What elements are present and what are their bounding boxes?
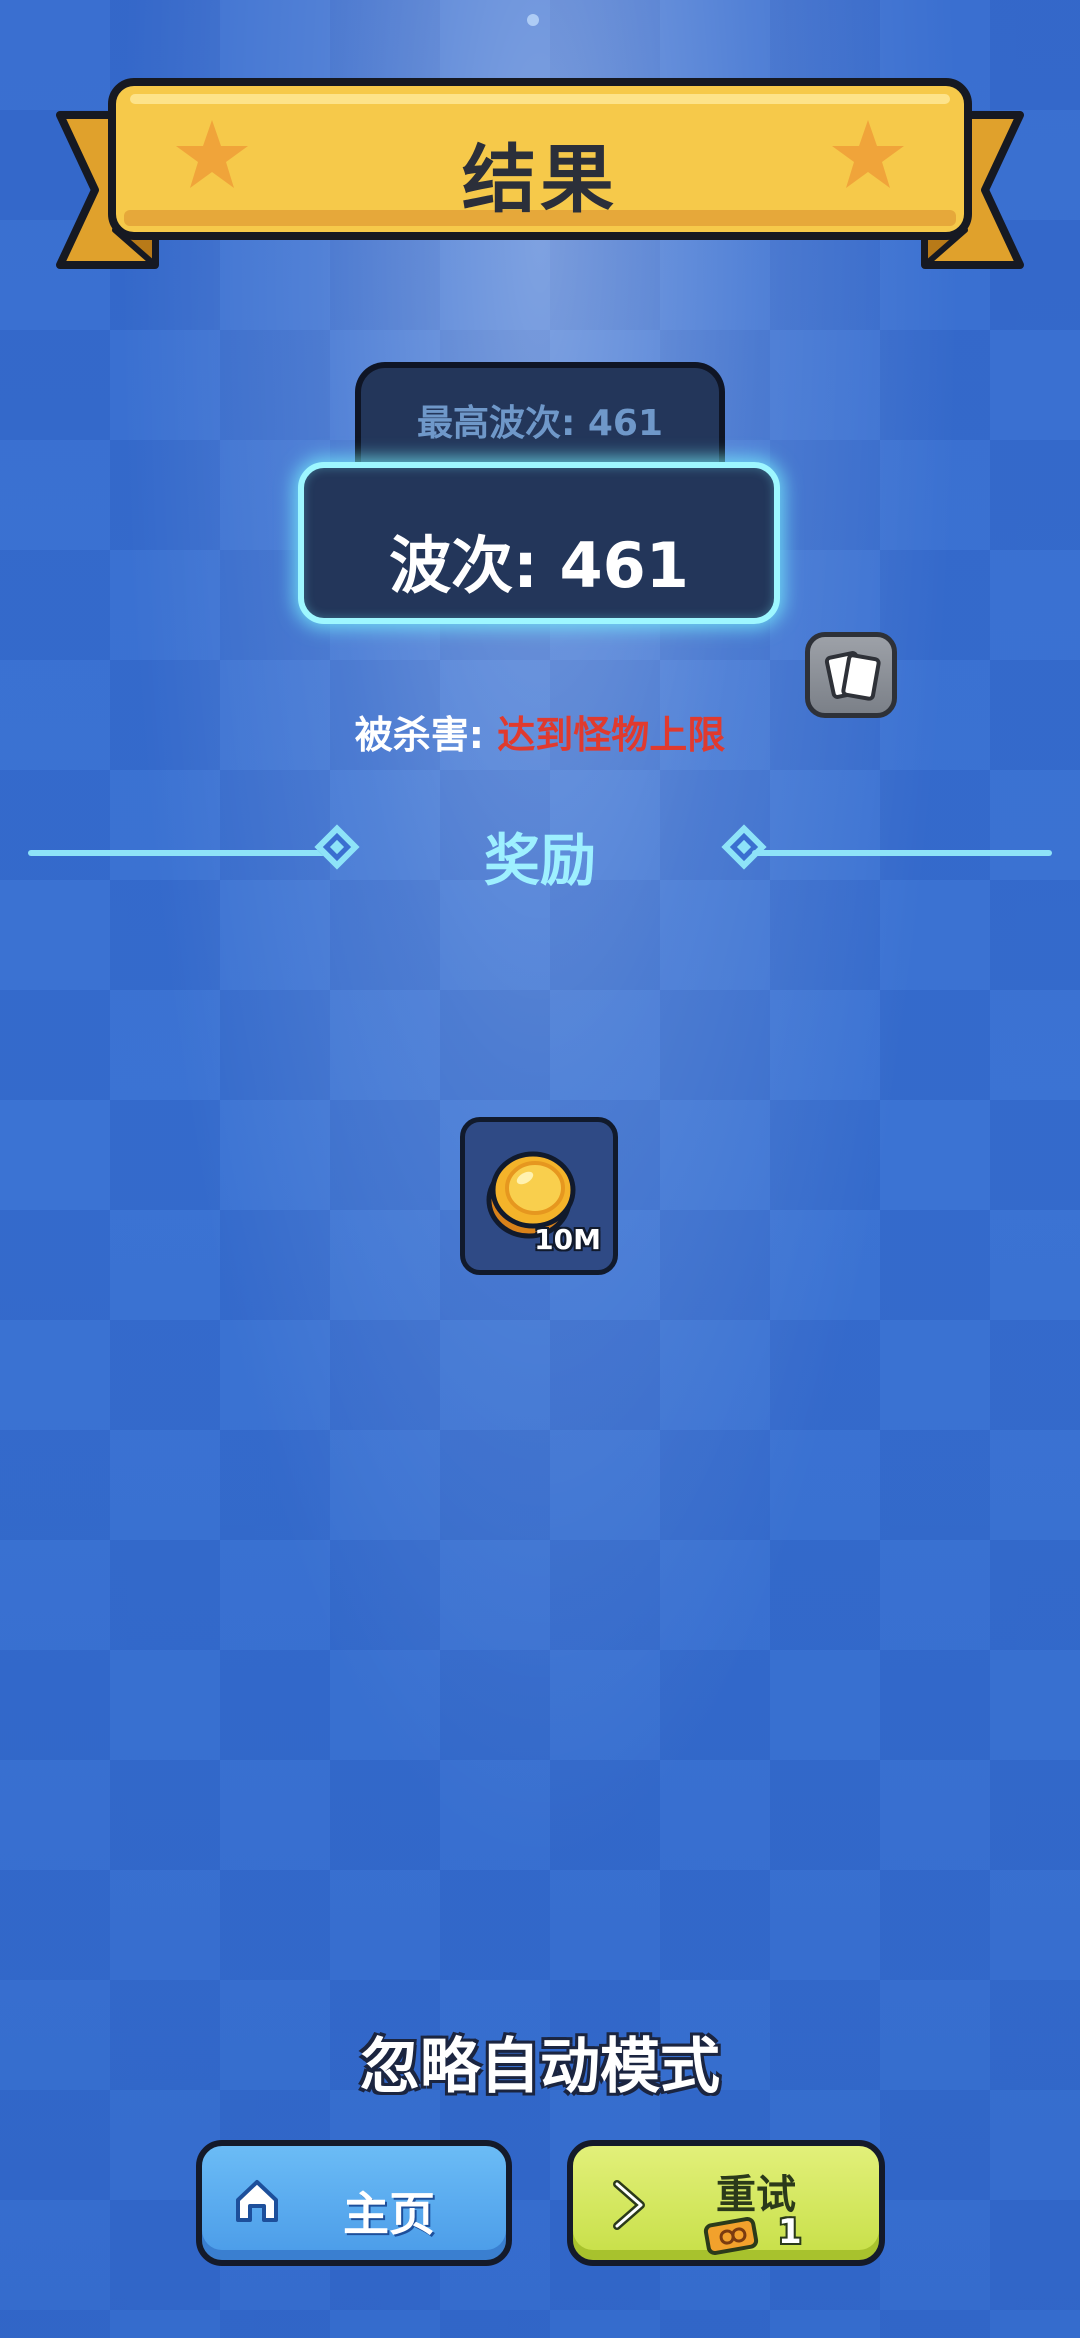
ignore-auto-mode-text[interactable]: 忽略自动模式 bbox=[0, 2018, 1080, 2105]
cards-icon bbox=[824, 651, 881, 701]
reward-amount: 10M bbox=[534, 1223, 601, 1256]
retry-label: 重试 bbox=[716, 2172, 796, 2218]
killed-by-reason: 达到怪物上限 bbox=[497, 713, 726, 757]
reward-item[interactable]: 10M bbox=[460, 1117, 618, 1275]
retry-button[interactable]: 重试 1 bbox=[567, 2140, 885, 2266]
top-indicator-dot bbox=[527, 14, 539, 26]
best-wave-label: 最高波次: 461 bbox=[416, 403, 664, 444]
title-banner: 结果 bbox=[40, 60, 1040, 270]
home-button[interactable]: 主页 bbox=[196, 2140, 512, 2266]
retry-ticket-count: 1 bbox=[778, 2212, 802, 2252]
rewards-title: 奖励 bbox=[484, 829, 596, 894]
killed-by-text: 被杀害: 达到怪物上限 bbox=[0, 704, 1080, 759]
killed-by-label: 被杀害: bbox=[354, 713, 498, 757]
home-label: 主页 bbox=[343, 2187, 435, 2241]
divider-line-right bbox=[752, 850, 1052, 856]
page-title: 结果 bbox=[462, 137, 618, 223]
wave-label: 波次: 461 bbox=[389, 529, 689, 602]
ticket-icon bbox=[703, 2216, 759, 2256]
